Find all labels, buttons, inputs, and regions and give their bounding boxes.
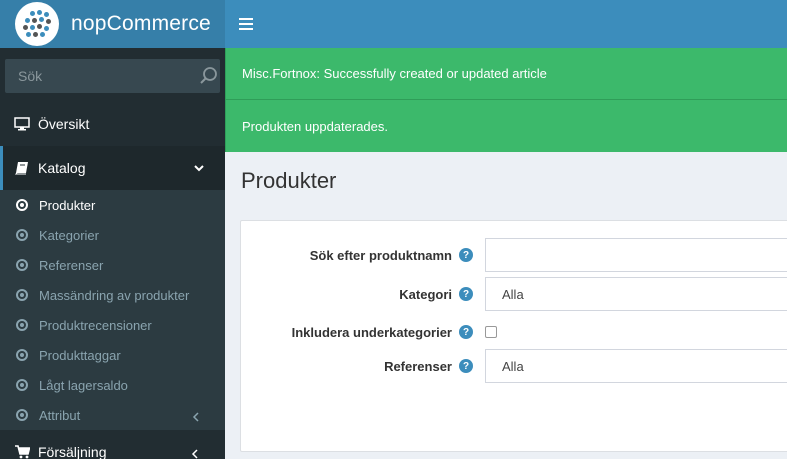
- circle-dot-icon: [16, 379, 28, 391]
- help-icon[interactable]: ?: [459, 325, 473, 339]
- search-box: [5, 59, 220, 93]
- subcategories-label: Inkludera underkategorier ?: [292, 325, 473, 340]
- cart-icon: [13, 444, 31, 459]
- sidebar-item-catalog[interactable]: Katalog: [0, 146, 225, 190]
- page-title: Produkter: [241, 168, 337, 193]
- success-alert: Misc.Fortnox: Successfully created or up…: [225, 48, 787, 100]
- sidebar-subitem-reviews[interactable]: Produktrecensioner: [0, 310, 225, 340]
- circle-dot-icon: [16, 199, 28, 211]
- form-row-manufacturer: Referenser ? Alla: [241, 349, 787, 383]
- search-input[interactable]: [18, 68, 199, 84]
- include-subcategories-checkbox[interactable]: [485, 326, 497, 338]
- sidebar-item-overview[interactable]: Översikt: [0, 102, 225, 146]
- sidebar-subitem-label: Produkter: [39, 197, 96, 213]
- sidebar-subitem-categories[interactable]: Kategorier: [0, 220, 225, 250]
- product-name-label: Sök efter produktnamn ?: [310, 248, 473, 263]
- sidebar-subitem-attributes[interactable]: Attribut: [0, 400, 225, 430]
- circle-dot-icon: [16, 319, 28, 331]
- form-row-product-name: Sök efter produktnamn ?: [241, 238, 787, 272]
- circle-dot-icon: [16, 349, 28, 361]
- sidebar-subitem-tags[interactable]: Produkttaggar: [0, 340, 225, 370]
- chevron-left-icon: [191, 410, 201, 422]
- chevron-left-icon: [190, 446, 202, 459]
- brand-name[interactable]: nopCommerce: [71, 12, 211, 36]
- product-name-input[interactable]: [502, 247, 787, 263]
- sidebar-subitem-low-stock[interactable]: Lågt lagersaldo: [0, 370, 225, 400]
- sidebar-subitem-label: Attribut: [39, 407, 81, 423]
- circle-dot-icon: [16, 409, 28, 421]
- sidebar-subitem-label: Produkttaggar: [39, 347, 121, 363]
- catalog-submenu: Produkter Kategorier Referenser Massändr…: [0, 190, 225, 430]
- sidebar-item-label: Försäljning: [38, 444, 107, 459]
- sidebar-item-label: Katalog: [38, 160, 86, 176]
- sidebar-subitem-products[interactable]: Produkter: [0, 190, 225, 220]
- nopcommerce-logo-icon[interactable]: [15, 2, 59, 46]
- form-row-subcategories: Inkludera underkategorier ?: [241, 315, 787, 349]
- sidebar-subitem-label: Lågt lagersaldo: [39, 377, 128, 393]
- success-alert: Produkten uppdaterades.: [225, 100, 787, 152]
- circle-dot-icon: [16, 259, 28, 271]
- circle-dot-icon: [16, 229, 28, 241]
- book-icon: [13, 160, 31, 176]
- sidebar-subitem-label: Referenser: [39, 257, 104, 273]
- search-icon[interactable]: [199, 65, 219, 87]
- sidebar-item-sales[interactable]: Försäljning: [0, 430, 225, 459]
- search-panel: Sök efter produktnamn ? Kategori ? Alla …: [240, 220, 787, 452]
- category-label: Kategori ?: [399, 287, 473, 302]
- manufacturer-select[interactable]: Alla: [485, 349, 787, 383]
- help-icon[interactable]: ?: [459, 287, 473, 301]
- sidebar-subitem-manufacturers[interactable]: Referenser: [0, 250, 225, 280]
- sidebar-subitem-label: Produktrecensioner: [39, 317, 152, 333]
- sidebar-subitem-bulk-edit[interactable]: Massändring av produkter: [0, 280, 225, 310]
- logo-bar: nopCommerce: [0, 0, 225, 48]
- sidebar-subitem-label: Massändring av produkter: [39, 287, 190, 303]
- menu-toggle-icon[interactable]: [239, 18, 253, 30]
- top-header: [225, 0, 787, 48]
- sidebar-search: [0, 48, 225, 102]
- chevron-down-icon: [193, 161, 205, 173]
- help-icon[interactable]: ?: [459, 359, 473, 373]
- monitor-icon: [13, 116, 31, 132]
- help-icon[interactable]: ?: [459, 248, 473, 262]
- manufacturer-label: Referenser ?: [384, 359, 473, 374]
- alert-text: Produkten uppdaterades.: [242, 118, 388, 134]
- sidebar: nopCommerce Översikt Katalog Produkter: [0, 0, 225, 459]
- alert-text: Misc.Fortnox: Successfully created or up…: [242, 66, 547, 81]
- circle-dot-icon: [16, 289, 28, 301]
- sidebar-subitem-label: Kategorier: [39, 227, 99, 243]
- product-name-input-wrap: [485, 238, 787, 272]
- category-select[interactable]: Alla: [485, 277, 787, 311]
- sidebar-item-label: Översikt: [38, 116, 90, 132]
- form-row-category: Kategori ? Alla: [241, 277, 787, 311]
